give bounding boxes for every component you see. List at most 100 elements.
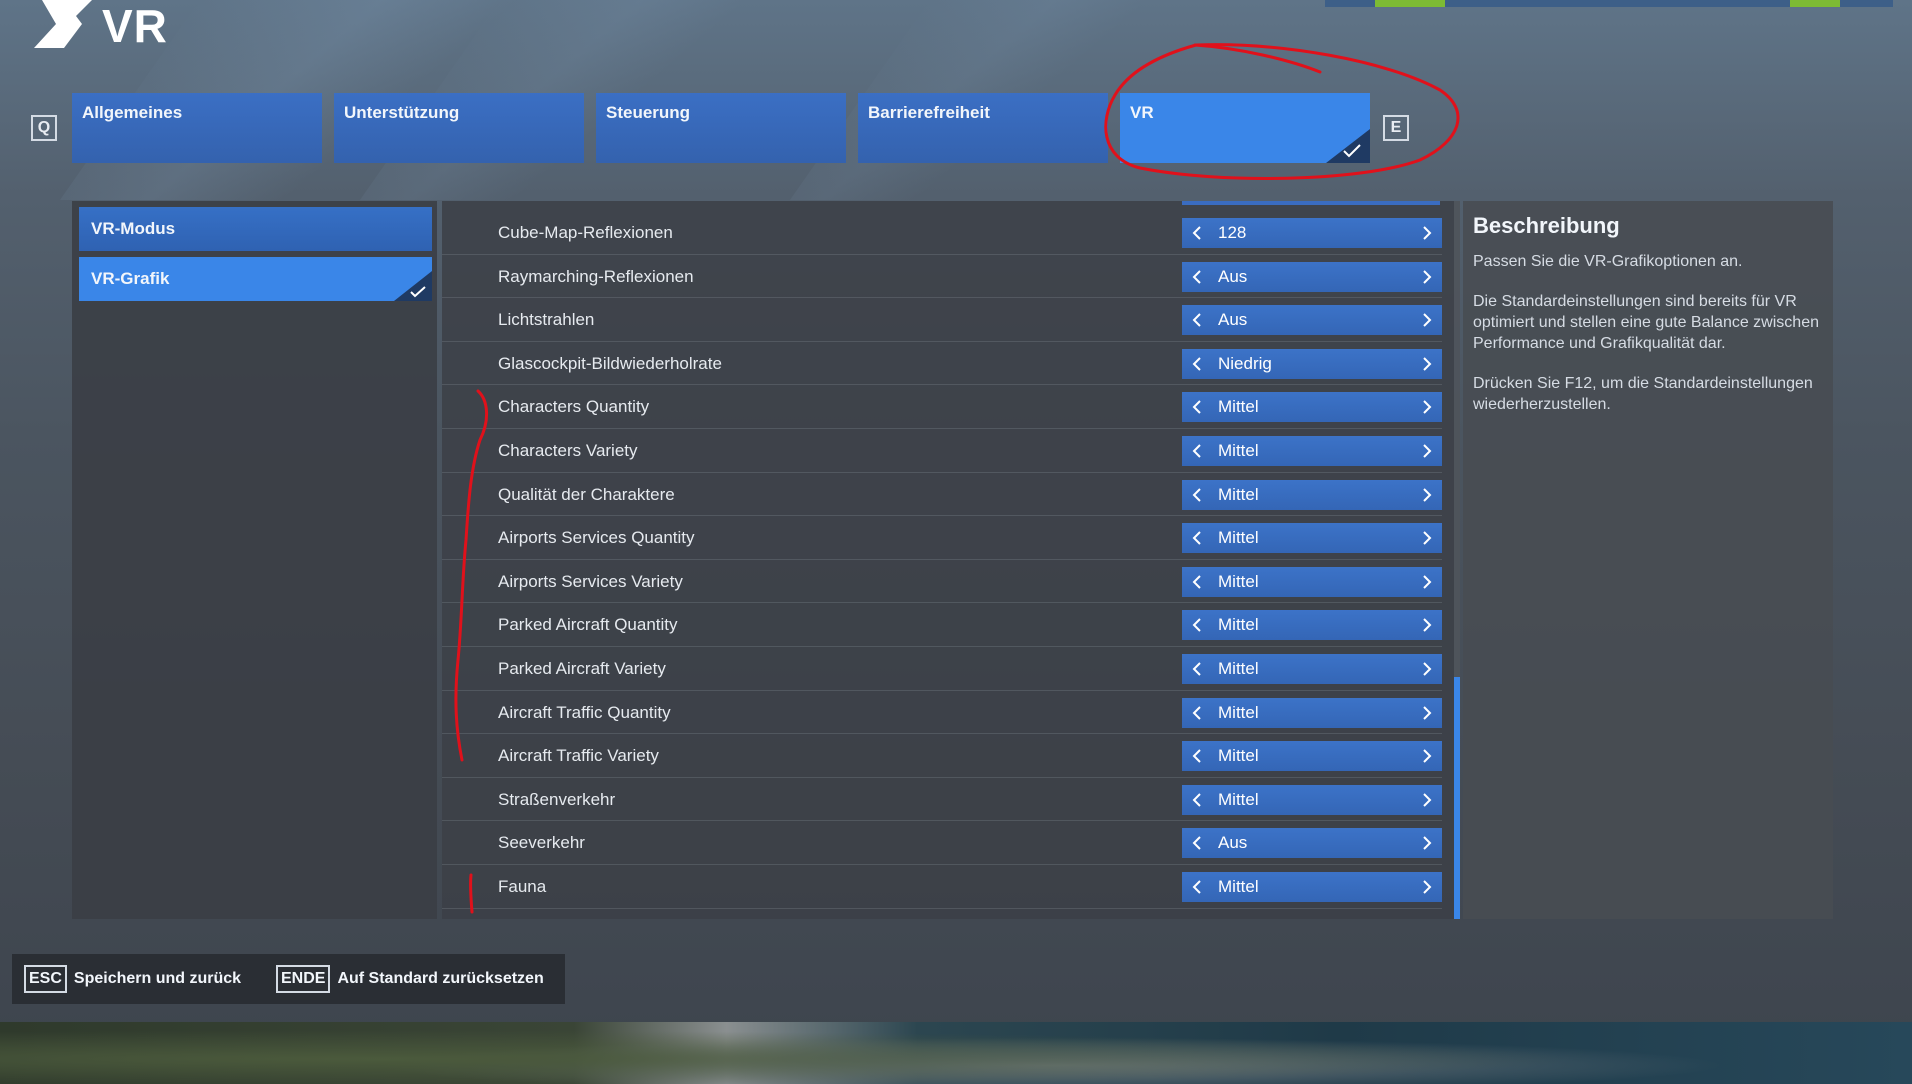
setting-value-selector[interactable]: Mittel	[1182, 566, 1442, 597]
setting-label: Characters Quantity	[498, 397, 650, 417]
chevron-right-icon[interactable]	[1412, 262, 1442, 292]
chevron-right-icon[interactable]	[1412, 305, 1442, 335]
description-text: Die Standardeinstellungen sind bereits f…	[1473, 293, 1819, 352]
chevron-left-icon[interactable]	[1182, 436, 1212, 466]
setting-row[interactable]: Characters Quantity Mittel	[442, 385, 1442, 429]
setting-value-selector[interactable]: Mittel	[1182, 697, 1442, 728]
chevron-left-icon[interactable]	[1182, 480, 1212, 510]
chevron-left-icon[interactable]	[1182, 392, 1212, 422]
tab-allgemeines[interactable]: Allgemeines	[72, 93, 322, 163]
tab-unterstuetzung[interactable]: Unterstützung	[334, 93, 584, 163]
chevron-left-icon[interactable]	[1182, 567, 1212, 597]
chevron-left-icon[interactable]	[1182, 523, 1212, 553]
chevron-left-icon[interactable]	[1182, 262, 1212, 292]
setting-value: Mittel	[1218, 571, 1259, 591]
setting-label: Aircraft Traffic Variety	[498, 746, 659, 766]
chevron-right-icon[interactable]	[1412, 654, 1442, 684]
chevron-right-icon[interactable]	[1412, 785, 1442, 815]
setting-row[interactable]: Qualität der Charaktere Mittel	[442, 473, 1442, 517]
description-text: Passen Sie die VR-Grafikoptionen an.	[1473, 253, 1743, 270]
chevron-right-icon[interactable]	[1412, 828, 1442, 858]
setting-value-selector[interactable]: Mittel	[1182, 436, 1442, 466]
setting-row[interactable]: Aircraft Traffic Quantity Mittel	[442, 691, 1442, 735]
chevron-right-icon[interactable]	[1412, 480, 1442, 510]
chevron-right-icon[interactable]	[1412, 741, 1442, 771]
chevron-right-icon[interactable]	[1412, 349, 1442, 379]
setting-row[interactable]: Characters Variety Mittel	[442, 429, 1442, 473]
setting-row[interactable]: Seeverkehr Aus	[442, 821, 1442, 865]
setting-label: Cube-Map-Reflexionen	[498, 223, 673, 242]
chevron-logo-icon	[34, 0, 92, 48]
setting-label: Lichtstrahlen	[498, 310, 595, 330]
prev-tab-key[interactable]: Q	[31, 115, 57, 141]
app-logo: VR	[0, 0, 290, 62]
setting-row[interactable]: Parked Aircraft Quantity Mittel	[442, 603, 1442, 647]
chevron-left-icon[interactable]	[1182, 872, 1212, 902]
setting-value-selector[interactable]: Mittel	[1182, 479, 1442, 510]
scrollbar[interactable]	[1454, 201, 1460, 919]
chevron-left-icon[interactable]	[1182, 349, 1212, 379]
setting-row[interactable]: Airports Services Variety Mittel	[442, 560, 1442, 604]
setting-value-selector[interactable]: Mittel	[1182, 872, 1442, 902]
category-panel: VR-Modus VR-Grafik	[72, 201, 437, 919]
setting-row[interactable]: Raymarching-Reflexionen Aus	[442, 255, 1442, 299]
chevron-right-icon[interactable]	[1412, 872, 1442, 902]
scrollbar-thumb[interactable]	[1454, 677, 1460, 919]
chevron-right-icon[interactable]	[1412, 610, 1442, 640]
setting-row[interactable]: Cube-Map-Reflexionen 128	[442, 211, 1442, 255]
setting-value: Mittel	[1218, 615, 1259, 635]
category-vr-modus[interactable]: VR-Modus	[79, 207, 432, 251]
chevron-left-icon[interactable]	[1182, 654, 1212, 684]
setting-row[interactable]: Airports Services Quantity Mittel	[442, 516, 1442, 560]
chevron-right-icon[interactable]	[1412, 436, 1442, 466]
chevron-right-icon[interactable]	[1412, 567, 1442, 597]
tab-vr[interactable]: VR	[1120, 93, 1370, 163]
setting-row[interactable]: Glascockpit-Bildwiederholrate Niedrig	[442, 342, 1442, 386]
next-tab-key[interactable]: E	[1383, 115, 1409, 141]
chevron-left-icon[interactable]	[1182, 828, 1212, 858]
setting-label: Aircraft Traffic Quantity	[498, 702, 671, 722]
setting-label: Glascockpit-Bildwiederholrate	[498, 353, 722, 373]
category-vr-grafik[interactable]: VR-Grafik	[79, 257, 432, 301]
chevron-left-icon[interactable]	[1182, 305, 1212, 335]
setting-value-selector[interactable]: Niedrig	[1182, 348, 1442, 379]
description-panel: Beschreibung Passen Sie die VR-Grafikopt…	[1463, 201, 1833, 919]
setting-value-selector[interactable]: Mittel	[1182, 610, 1442, 641]
setting-value: Mittel	[1218, 702, 1259, 722]
reset-defaults-button[interactable]: ENDE Auf Standard zurücksetzen	[276, 965, 544, 993]
setting-row[interactable]: Parked Aircraft Variety Mittel	[442, 647, 1442, 691]
chevron-right-icon[interactable]	[1412, 392, 1442, 422]
setting-label: Characters Variety	[498, 441, 638, 460]
setting-value-selector[interactable]: Mittel	[1182, 392, 1442, 423]
setting-row[interactable]: Lichtstrahlen Aus	[442, 298, 1442, 342]
chevron-left-icon[interactable]	[1182, 218, 1212, 248]
tab-barrierefreiheit[interactable]: Barrierefreiheit	[858, 93, 1108, 163]
chevron-left-icon[interactable]	[1182, 785, 1212, 815]
setting-value: 128	[1218, 223, 1247, 242]
tab-label: Unterstützung	[344, 103, 460, 122]
save-and-back-button[interactable]: ESC Speichern und zurück	[24, 965, 241, 993]
setting-value-selector[interactable]: Mittel	[1182, 654, 1442, 684]
setting-value: Mittel	[1218, 441, 1259, 460]
footer-hints: ESC Speichern und zurück ENDE Auf Standa…	[12, 954, 565, 1004]
setting-label: Airports Services Variety	[498, 571, 683, 591]
setting-value-selector[interactable]: Aus	[1182, 305, 1442, 336]
chevron-right-icon[interactable]	[1412, 218, 1442, 248]
setting-value-selector[interactable]: Mittel	[1182, 784, 1442, 815]
chevron-right-icon[interactable]	[1412, 698, 1442, 728]
setting-value-selector[interactable]: 128	[1182, 218, 1442, 248]
setting-row[interactable]: Fauna Mittel	[442, 865, 1442, 909]
setting-row[interactable]: Aircraft Traffic Variety Mittel	[442, 734, 1442, 778]
chevron-left-icon[interactable]	[1182, 698, 1212, 728]
setting-value-selector[interactable]: Mittel	[1182, 523, 1442, 554]
chevron-left-icon[interactable]	[1182, 610, 1212, 640]
chevron-left-icon[interactable]	[1182, 741, 1212, 771]
setting-value-selector[interactable]: Aus	[1182, 261, 1442, 292]
setting-value-selector[interactable]: Aus	[1182, 828, 1442, 859]
chevron-right-icon[interactable]	[1412, 523, 1442, 553]
setting-row[interactable]: Straßenverkehr Mittel	[442, 778, 1442, 822]
tab-steuerung[interactable]: Steuerung	[596, 93, 846, 163]
setting-value-selector[interactable]: Mittel	[1182, 741, 1442, 772]
annotation-stroke	[1193, 43, 1322, 74]
setting-value: Mittel	[1218, 528, 1259, 548]
